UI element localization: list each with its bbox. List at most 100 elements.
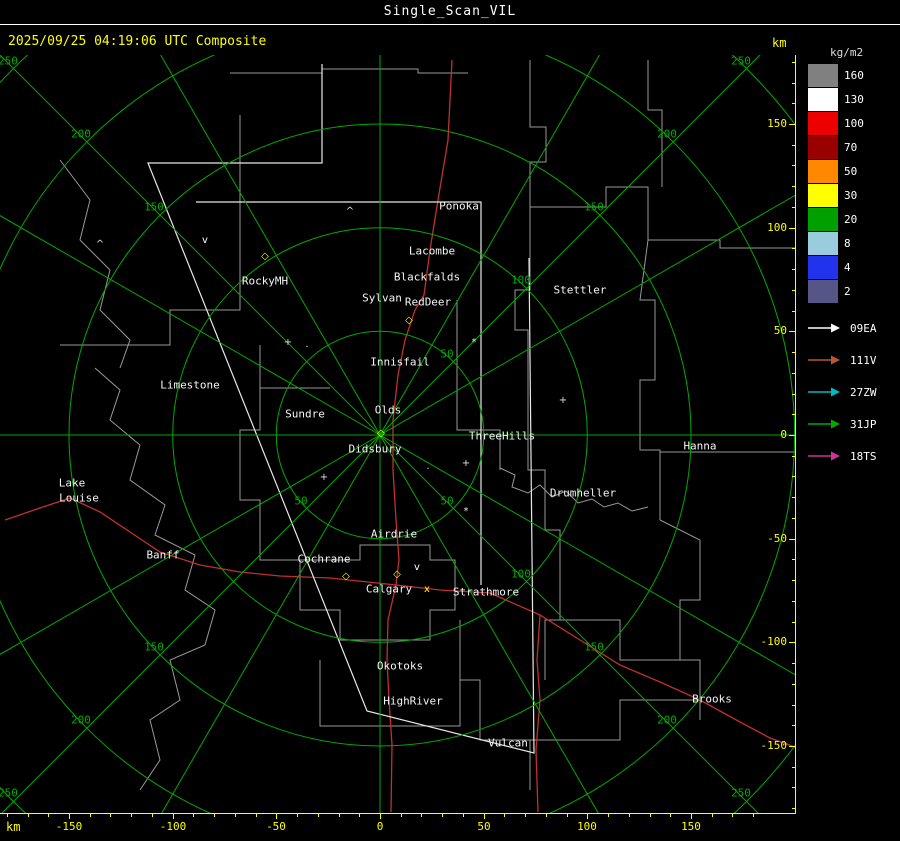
radar-legend-row: 111V <box>800 344 900 376</box>
legend-entry: 4 <box>800 256 900 280</box>
bottom-axis-unit: km <box>6 820 21 834</box>
right-axis-tick <box>792 145 795 146</box>
bottom-axis-tick-label: -150 <box>55 820 83 833</box>
bottom-axis-tick <box>359 814 360 817</box>
right-axis-tick <box>792 456 795 457</box>
legend-swatch <box>808 112 838 135</box>
legend-swatch <box>808 232 838 255</box>
range-ring-200km <box>0 55 795 813</box>
map-canvas <box>0 55 796 813</box>
right-axis-tick <box>792 414 795 415</box>
right-axis: 150 100 50 0 -50 -100 -150 <box>740 55 800 813</box>
radar-arrow-icon <box>806 322 842 334</box>
legend-swatch <box>808 136 838 159</box>
bottom-axis-tick <box>525 814 526 817</box>
bottom-axis-tick <box>670 814 671 817</box>
legend-value: 2 <box>844 285 851 298</box>
bottom-axis-tick <box>587 814 588 819</box>
range-ring-250km <box>0 55 796 813</box>
legend-value: 4 <box>844 261 851 274</box>
county-boundaries <box>59 60 795 791</box>
right-axis-tick <box>792 83 795 84</box>
right-axis-tick <box>792 725 795 726</box>
bottom-axis-tick <box>442 814 443 817</box>
bottom-axis-tick <box>256 814 257 817</box>
radar-coverage-outline <box>147 64 535 754</box>
legend-swatch <box>808 184 838 207</box>
right-axis-tick <box>789 746 795 747</box>
right-axis-tick <box>792 186 795 187</box>
radial-300deg <box>379 434 599 813</box>
bottom-axis-tick <box>463 814 464 817</box>
right-axis-tick <box>792 580 795 581</box>
legend-value: 160 <box>844 69 864 82</box>
bottom-axis-tick <box>131 814 132 817</box>
legend-entry: 50 <box>800 160 900 184</box>
legend-swatch <box>808 208 838 231</box>
right-axis-tick-label: -100 <box>760 635 788 648</box>
right-axis-tick <box>789 228 795 229</box>
right-axis-tick <box>792 518 795 519</box>
bottom-axis-tick <box>401 814 402 817</box>
bottom-axis-tick <box>7 814 8 817</box>
right-axis-tick-label: 50 <box>773 324 787 337</box>
radar-id-label: 31JP <box>850 417 877 431</box>
legend-entry: 70 <box>800 136 900 160</box>
right-axis-tick <box>792 622 795 623</box>
legend-entry: 8 <box>800 232 900 256</box>
radar-legend-row: 27ZW <box>800 376 900 408</box>
bottom-axis-tick <box>484 814 485 819</box>
right-axis-tick <box>789 331 795 332</box>
bottom-axis-tick <box>567 814 568 817</box>
right-axis-tick <box>792 663 795 664</box>
radar-viewer-window: Single_Scan_VIL 2025/09/25 04:19:06 UTC … <box>0 0 900 841</box>
legend-value: 130 <box>844 93 864 106</box>
legend-entry: 100 <box>800 112 900 136</box>
bottom-axis-tick <box>276 814 277 819</box>
right-axis-tick <box>792 476 795 477</box>
radar-id-label: 18TS <box>850 449 877 463</box>
right-axis-tick-label: 0 <box>780 428 787 441</box>
right-axis-tick <box>792 248 795 249</box>
bottom-axis-tick <box>69 814 70 819</box>
legend-value: 50 <box>844 165 858 178</box>
bottom-axis-tick-label: 150 <box>681 820 701 833</box>
right-axis-tick <box>792 165 795 166</box>
radial-210deg <box>0 434 381 655</box>
bottom-axis-tick <box>152 814 153 817</box>
right-axis-tick <box>792 705 795 706</box>
radial-315deg <box>379 434 759 813</box>
right-axis-tick <box>792 62 795 63</box>
scan-timestamp: 2025/09/25 04:19:06 UTC Composite <box>8 34 267 49</box>
legend-swatch <box>808 256 838 279</box>
window-title: Single_Scan_VIL <box>0 0 900 25</box>
radar-id-label: 111V <box>850 353 877 367</box>
radar-arrow-icon <box>806 418 842 430</box>
bottom-axis-tick <box>546 814 547 817</box>
legend-swatch <box>808 280 838 303</box>
right-axis-tick <box>792 601 795 602</box>
radar-id-label: 27ZW <box>850 385 877 399</box>
bottom-axis-tick-label: 50 <box>477 820 491 833</box>
right-axis-tick-label: -50 <box>767 532 787 545</box>
radar-id-legend: 09EA 111V 27ZW 31JP 18TS <box>800 312 900 472</box>
legend-value: 100 <box>844 117 864 130</box>
bottom-axis-tick <box>90 814 91 817</box>
range-rings-and-radials <box>0 55 796 813</box>
bottom-axis-tick <box>712 814 713 817</box>
legend-value: 20 <box>844 213 858 226</box>
right-axis-tick <box>792 808 795 809</box>
legend-value: 8 <box>844 237 851 250</box>
radar-map[interactable]: 250 200 150 250 200 150 100 50 50 150 200 250 50 100 1… <box>0 55 796 813</box>
right-axis-tick-label: 100 <box>767 221 787 234</box>
bottom-axis-tick-label: 100 <box>577 820 597 833</box>
radar-legend-row: 09EA <box>800 312 900 344</box>
right-axis-tick <box>789 124 795 125</box>
bottom-axis-tick <box>297 814 298 817</box>
bottom-axis-tick <box>421 814 422 817</box>
bottom-axis-tick <box>629 814 630 817</box>
right-axis-tick <box>792 497 795 498</box>
right-axis-tick <box>792 290 795 291</box>
right-axis-tick <box>792 684 795 685</box>
radial-225deg <box>1 434 381 813</box>
